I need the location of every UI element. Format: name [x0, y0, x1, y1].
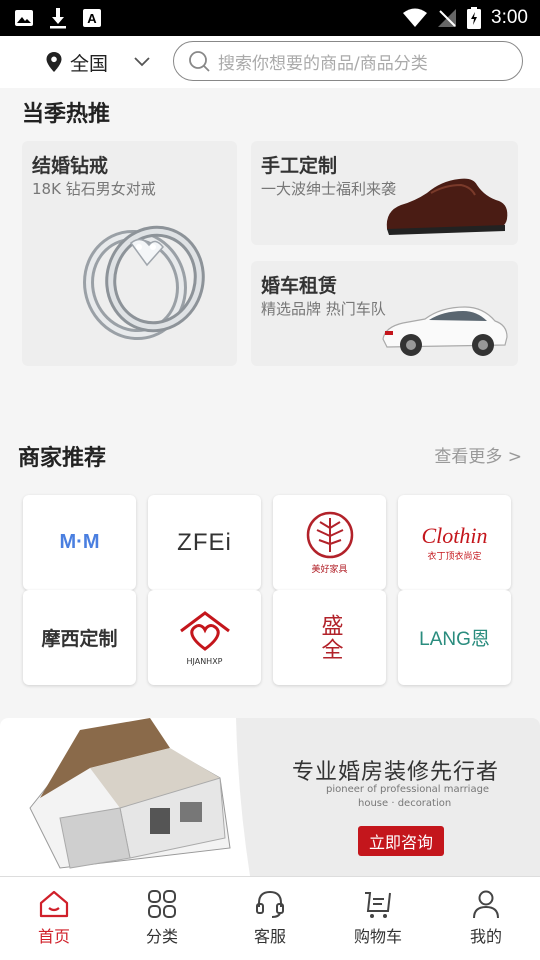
- cart-icon: [365, 892, 391, 918]
- no-signal-icon: [438, 9, 457, 27]
- card-subtitle: 一大波绅士福利来袭: [261, 180, 397, 198]
- status-bar: A 3:00: [0, 0, 540, 36]
- download-icon: [50, 8, 66, 29]
- location-selector[interactable]: 全国: [46, 49, 150, 76]
- consult-now-button[interactable]: 立即咨询: [358, 826, 444, 856]
- brand-tile-lang[interactable]: LANG恩: [398, 590, 511, 685]
- location-pin-icon: [46, 52, 62, 72]
- tab-service[interactable]: 客服: [216, 877, 324, 960]
- brand-tile-meihao[interactable]: 美好家具: [273, 495, 386, 590]
- season-card-shoes[interactable]: 手工定制 一大波绅士福利来袭: [251, 141, 518, 245]
- tab-home[interactable]: 首页: [0, 877, 108, 960]
- card-title: 婚车租赁: [261, 275, 338, 297]
- house-heart-logo-icon: [179, 611, 230, 651]
- chevron-down-icon: [134, 57, 150, 67]
- tab-category[interactable]: 分类: [108, 877, 216, 960]
- season-card-car[interactable]: 婚车租赁 精选品牌 热门车队: [251, 261, 518, 366]
- tab-label: 分类: [145, 927, 178, 946]
- promo-banner[interactable]: 专业婚房装修先行者 pioneer of professional marria…: [0, 718, 540, 876]
- category-icon: [148, 890, 176, 918]
- banner-subtitle-en: pioneer of professional marriage: [326, 784, 490, 795]
- clock: 3:00: [491, 7, 528, 28]
- car-image: [382, 306, 508, 356]
- card-subtitle: 18K 钻石男女对戒: [32, 180, 156, 198]
- tab-label: 购物车: [353, 927, 402, 946]
- search-placeholder: 搜索你想要的商品/商品分类: [218, 53, 428, 74]
- search-input[interactable]: 搜索你想要的商品/商品分类: [173, 41, 523, 81]
- tab-label: 我的: [469, 927, 502, 946]
- headset-icon: [256, 890, 284, 918]
- home-icon: [39, 890, 69, 918]
- bottom-tab-bar: 首页 分类 客服 购物车 我的: [0, 876, 540, 960]
- brand-logo-text: LANG恩: [419, 629, 490, 650]
- brand-logo-text: M·M: [59, 531, 100, 553]
- season-card-ring[interactable]: 结婚钻戒 18K 钻石男女对戒: [22, 141, 237, 366]
- banner-headline: 专业婚房装修先行者: [292, 760, 500, 785]
- tab-cart[interactable]: 购物车: [324, 877, 432, 960]
- brand-tile-shengquan[interactable]: 盛全: [273, 590, 386, 685]
- card-title: 结婚钻戒: [32, 155, 109, 177]
- top-bar: 全国 搜索你想要的商品/商品分类: [0, 36, 540, 88]
- font-icon: A: [83, 9, 101, 27]
- svg-text:A: A: [87, 11, 97, 26]
- season-section-title: 当季热推: [22, 102, 111, 127]
- tab-profile[interactable]: 我的: [432, 877, 540, 960]
- brand-tile-moxi[interactable]: 摩西定制: [23, 590, 136, 685]
- search-icon: [189, 51, 210, 72]
- merchant-section-title: 商家推荐: [18, 446, 107, 471]
- brand-logo-text: Clothin: [421, 523, 488, 548]
- user-icon: [473, 890, 499, 919]
- tab-label: 客服: [253, 927, 286, 946]
- tab-label: 首页: [37, 927, 70, 946]
- banner-subtitle-en-2: house · decoration: [358, 798, 452, 809]
- brand-tile-clothin[interactable]: Clothin 衣丁顶衣尚定: [398, 495, 511, 590]
- brand-tile-hjanhxp[interactable]: HJANHXP: [148, 590, 261, 685]
- tree-logo-icon: [306, 511, 353, 559]
- brand-logo-text: 盛全: [317, 613, 343, 662]
- brand-tile-mm[interactable]: M·M: [23, 495, 136, 590]
- battery-icon: [467, 7, 482, 29]
- house-illustration: [0, 718, 270, 876]
- view-more-link[interactable]: 查看更多 >: [434, 442, 522, 467]
- card-subtitle: 精选品牌 热门车队: [261, 300, 386, 318]
- location-label: 全国: [70, 52, 109, 75]
- brand-logo-text: 美好家具: [311, 565, 348, 575]
- wifi-icon: [403, 8, 428, 27]
- brand-logo-text: HJANHXP: [186, 657, 223, 666]
- brand-logo-text: 摩西定制: [41, 628, 118, 650]
- shoe-image: [386, 178, 508, 235]
- brand-tile-zfei[interactable]: ZFEi: [148, 495, 261, 590]
- card-title: 手工定制: [261, 155, 338, 177]
- brand-logo-text: ZFEi: [177, 528, 232, 556]
- image-icon: [15, 10, 33, 26]
- ring-image: [83, 225, 205, 341]
- brand-logo-subtext: 衣丁顶衣尚定: [427, 552, 482, 562]
